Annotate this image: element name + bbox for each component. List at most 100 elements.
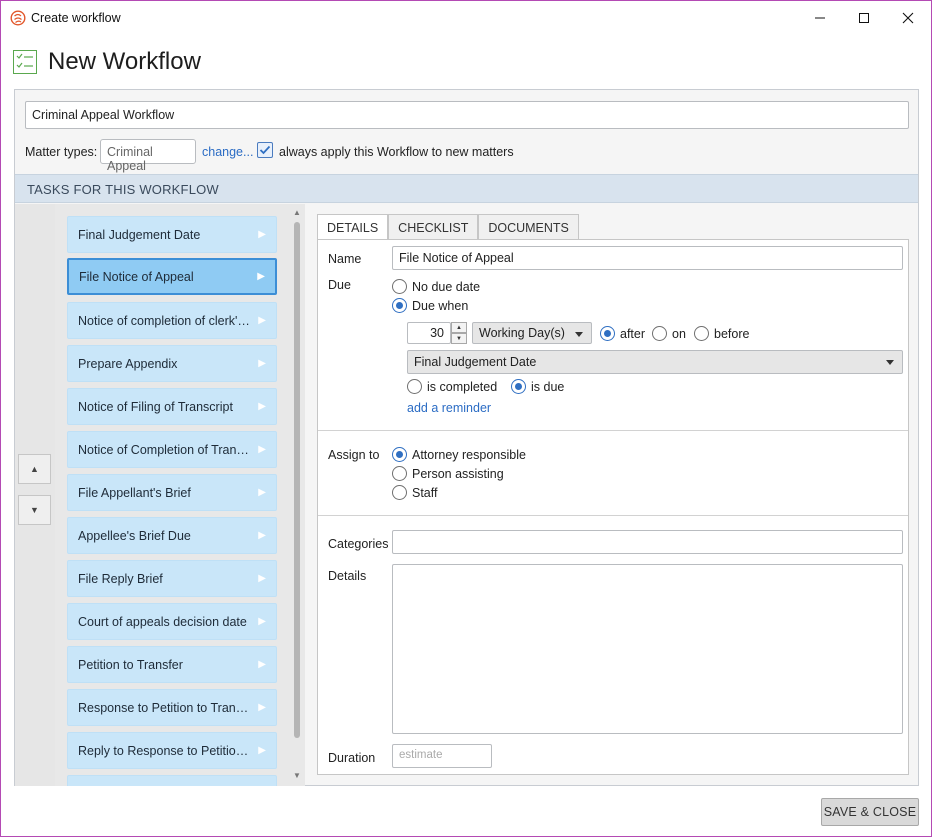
triangle-up-icon: ▲ <box>30 464 39 474</box>
reference-task-value: Final Judgement Date <box>414 355 537 369</box>
after-label: after <box>620 327 646 341</box>
task-item[interactable]: Final Judgement Date ▶ <box>67 216 277 253</box>
minimize-button[interactable] <box>797 1 843 35</box>
scroll-down-icon[interactable]: ▼ <box>293 771 301 780</box>
maximize-button[interactable] <box>841 1 887 35</box>
chevron-right-icon: ▶ <box>258 444 266 455</box>
task-label: Prepare Appendix <box>78 356 178 371</box>
task-item[interactable]: Response to Petition to Transfer ▶ <box>67 689 277 726</box>
chevron-right-icon: ▶ <box>258 358 266 369</box>
task-label: Final Judgement Date <box>78 227 201 242</box>
task-item[interactable]: Prepare Appendix ▶ <box>67 345 277 382</box>
task-list: Final Judgement Date ▶ File Notice of App… <box>55 204 305 786</box>
chevron-right-icon: ▶ <box>258 745 266 756</box>
tasks-section-header: TASKS FOR THIS WORKFLOW <box>15 174 918 203</box>
task-item[interactable]: Notice of completion of clerk's r... ▶ <box>67 302 277 339</box>
details-textarea[interactable] <box>392 564 903 734</box>
always-apply-checkbox[interactable] <box>257 142 273 158</box>
due-offset-input[interactable]: 30 <box>407 322 451 344</box>
is-due-label: is due <box>531 380 565 394</box>
is-due-radio[interactable] <box>511 379 526 394</box>
matter-type-chip[interactable]: Criminal Appeal <box>100 139 196 173</box>
page-title: New Workflow <box>48 48 201 75</box>
window-title: Create workflow <box>31 11 121 25</box>
scrollbar-thumb[interactable] <box>294 222 300 738</box>
on-radio[interactable] <box>652 326 667 341</box>
duration-label: Duration <box>328 751 376 765</box>
section-divider <box>318 515 908 516</box>
due-when-label: Due when <box>412 299 469 313</box>
task-item[interactable]: Reply to Response to Petition to... ▶ <box>67 732 277 769</box>
task-item[interactable]: File Appellant's Brief ▶ <box>67 474 277 511</box>
add-reminder-link[interactable]: add a reminder <box>407 401 491 415</box>
workflow-panel: Criminal Appeal Workflow Matter types: C… <box>14 89 919 786</box>
workflow-name-input[interactable]: Criminal Appeal Workflow <box>25 101 909 129</box>
name-label: Name <box>328 252 362 266</box>
chevron-right-icon: ▶ <box>257 271 265 282</box>
checklist-icon <box>13 50 37 74</box>
no-due-date-radio[interactable] <box>392 279 407 294</box>
chevron-down-icon <box>575 332 583 337</box>
chevron-right-icon: ▶ <box>258 702 266 713</box>
stepper-up-icon[interactable]: ▲ <box>451 322 467 333</box>
change-matter-types-link[interactable]: change... <box>202 145 253 159</box>
triangle-down-icon: ▼ <box>30 505 39 515</box>
chevron-right-icon: ▶ <box>258 487 266 498</box>
close-button[interactable] <box>885 1 931 35</box>
chevron-right-icon: ▶ <box>258 229 266 240</box>
task-item[interactable]: Petition to Transfer ▶ <box>67 646 277 683</box>
create-workflow-window: Create workflow New Workflow Criminal Ap… <box>0 0 932 837</box>
tab-checklist[interactable]: CHECKLIST <box>388 214 479 240</box>
categories-input[interactable] <box>392 530 903 554</box>
scroll-up-icon[interactable]: ▲ <box>293 208 301 217</box>
assign-staff-radio[interactable] <box>392 485 407 500</box>
due-label: Due <box>328 278 351 292</box>
due-unit-select[interactable]: Working Day(s) <box>472 322 592 344</box>
section-divider <box>318 430 908 431</box>
task-item[interactable]: Notice of Completion of Transcript ▶ <box>67 431 277 468</box>
task-label: Court of appeals decision date <box>78 614 247 629</box>
task-label: Petition to Transfer <box>78 657 183 672</box>
stepper-down-icon[interactable]: ▼ <box>451 333 467 344</box>
due-when-radio[interactable] <box>392 298 407 313</box>
duration-input[interactable]: estimate <box>392 744 492 768</box>
reference-task-select[interactable]: Final Judgement Date <box>407 350 903 374</box>
task-item[interactable]: Notice of Filing of Transcript ▶ <box>67 388 277 425</box>
task-name-input[interactable]: File Notice of Appeal <box>392 246 903 270</box>
tab-details[interactable]: DETAILS <box>317 214 389 241</box>
assign-attorney-label: Attorney responsible <box>412 448 526 462</box>
task-order-controls: ▲ ▼ <box>15 204 55 786</box>
assign-attorney-radio[interactable] <box>392 447 407 462</box>
save-close-button[interactable]: SAVE & CLOSE <box>821 798 919 826</box>
before-radio[interactable] <box>694 326 709 341</box>
move-task-down-button[interactable]: ▼ <box>18 495 51 525</box>
task-item[interactable]: Appellee's Brief Due ▶ <box>67 517 277 554</box>
smokeball-logo-icon <box>10 10 26 26</box>
before-label: before <box>714 327 750 341</box>
task-label: File Appellant's Brief <box>78 485 191 500</box>
task-label: Appellee's Brief Due <box>78 528 191 543</box>
is-completed-radio[interactable] <box>407 379 422 394</box>
assign-person-label: Person assisting <box>412 467 504 481</box>
assign-to-label: Assign to <box>328 448 380 462</box>
details-panel: Name File Notice of Appeal Due No due da… <box>317 239 909 775</box>
task-item-selected[interactable]: File Notice of Appeal ▶ <box>67 258 277 295</box>
always-apply-label: always apply this Workflow to new matter… <box>279 145 514 159</box>
task-label: Notice of Completion of Transcript <box>78 442 259 457</box>
task-item[interactable]: File Reply Brief ▶ <box>67 560 277 597</box>
chevron-right-icon: ▶ <box>258 530 266 541</box>
title-bar: Create workflow <box>1 1 931 35</box>
on-label: on <box>672 327 686 341</box>
details-label: Details <box>328 569 367 583</box>
tab-documents[interactable]: DOCUMENTS <box>478 214 579 240</box>
chevron-right-icon: ▶ <box>258 573 266 584</box>
task-list-scrollbar[interactable]: ▲ ▼ <box>290 204 304 786</box>
assign-person-radio[interactable] <box>392 466 407 481</box>
move-task-up-button[interactable]: ▲ <box>18 454 51 484</box>
task-item-partial[interactable] <box>67 775 277 786</box>
task-item[interactable]: Court of appeals decision date ▶ <box>67 603 277 640</box>
offset-stepper[interactable]: ▲ ▼ <box>451 322 467 344</box>
is-completed-label: is completed <box>427 380 498 394</box>
after-radio[interactable] <box>600 326 615 341</box>
task-label: Notice of completion of clerk's r... <box>78 313 259 328</box>
